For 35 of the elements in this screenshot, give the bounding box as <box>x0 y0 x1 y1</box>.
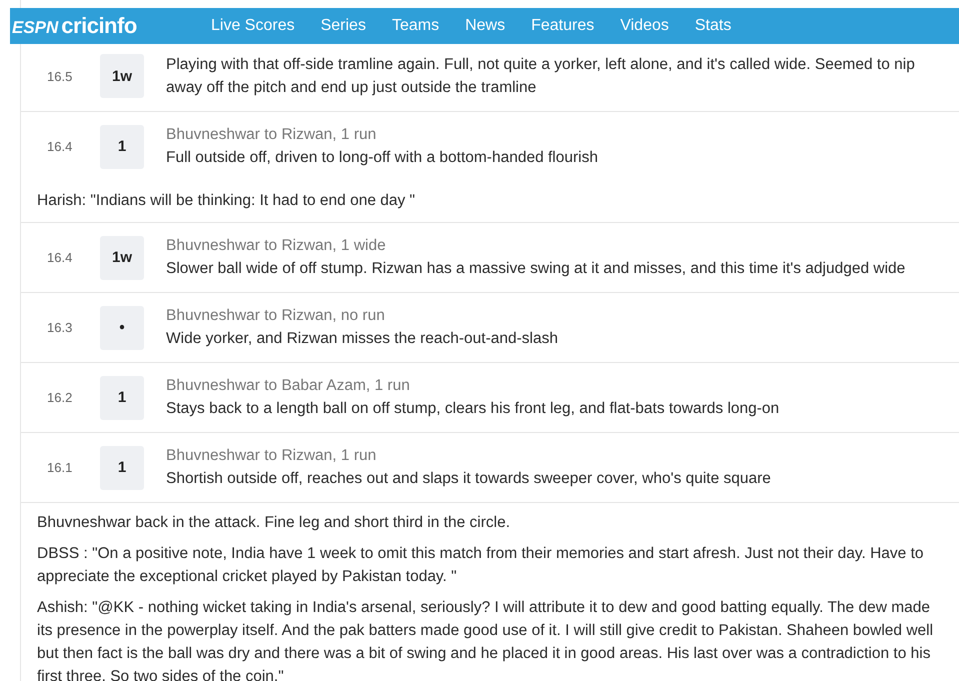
nav-link[interactable]: Stats <box>682 8 744 44</box>
ball-result: 1w <box>100 54 144 98</box>
ball-commentary: Full outside off, driven to long-off with a bottom-handed flourish <box>166 148 599 168</box>
ball-result: 1w <box>100 236 144 280</box>
ball-title: Bhuvneshwar to Babar Azam, 1 run <box>166 376 411 396</box>
ball-title: Bhuvneshwar to Rizwan, no run <box>166 306 386 326</box>
nav-link[interactable]: Live Scores <box>198 8 308 44</box>
comment-text: Bhuvneshwar back in the attack. Fine leg and short third in the circle. <box>36 513 511 533</box>
ball-commentary: Playing with that off-side tramline again. Full, not quite a yorker, left alone, and it's called wide. Seemed to nip away off the pitch and end up just outside the tramline <box>166 55 916 98</box>
ball-result: 1 <box>100 124 144 168</box>
brand-logo[interactable]: ESPN cricinfo <box>10 13 198 39</box>
comment-text: DBSS : "On a positive note, India have 1 week to omit this match from their memories and start afresh. Just not their day. Have to appreciate the exceptional cricket played by Pakistan today. " <box>36 544 925 587</box>
comment-text: Ashish: "@KK - nothing wicket taking in India's arsenal, seriously? I will attribute it to dew and good batting equally. The dew made its presence in the powerplay itself. And the pak batters made good use of it. I will still give credit to Pakistan. Shaheen bowled well but then fact is the ball was dry and there was a bit of swing and he placed it in good areas. His last over was a contradiction to his first three. So two sides of the coin." <box>36 598 934 681</box>
ball-title: Bhuvneshwar to Rizwan, 1 run <box>166 446 378 466</box>
ball-result: 1 <box>100 446 144 490</box>
ball-result: 1 <box>100 376 144 420</box>
ball-commentary: Wide yorker, and Rizwan misses the reach-out-and-slash <box>166 329 559 349</box>
nav-link[interactable]: Teams <box>378 8 452 44</box>
nav-link[interactable]: Videos <box>607 8 682 44</box>
over-number: 16.4 <box>47 250 74 265</box>
ball-title: Bhuvneshwar to Rizwan, 1 run <box>166 125 378 145</box>
ball-commentary: Stays back to a length ball on off stump, clears his front leg, and flat-bats towards long-on <box>166 399 780 419</box>
ball-commentary: Shortish outside off, reaches out and slaps it towards sweeper cover, who's quite square <box>166 469 772 489</box>
nav-link[interactable]: Features <box>518 8 608 44</box>
over-number: 16.5 <box>47 68 74 84</box>
over-number: 16.3 <box>47 320 74 335</box>
over-number: 16.4 <box>47 139 74 154</box>
comment-text: Harish: "Indians will be thinking: It had to end one day " <box>36 191 416 211</box>
nav-link[interactable]: Series <box>308 8 379 44</box>
ball-result: • <box>100 306 144 350</box>
ball-title: Bhuvneshwar to Rizwan, 1 wide <box>166 236 387 256</box>
over-number: 16.2 <box>47 390 74 405</box>
nav-link[interactable]: News <box>452 8 518 44</box>
ball-commentary: Slower ball wide of off stump. Rizwan has a massive swing at it and misses, and this time it's adjudged wide <box>166 259 906 279</box>
over-number: 16.1 <box>47 460 74 475</box>
